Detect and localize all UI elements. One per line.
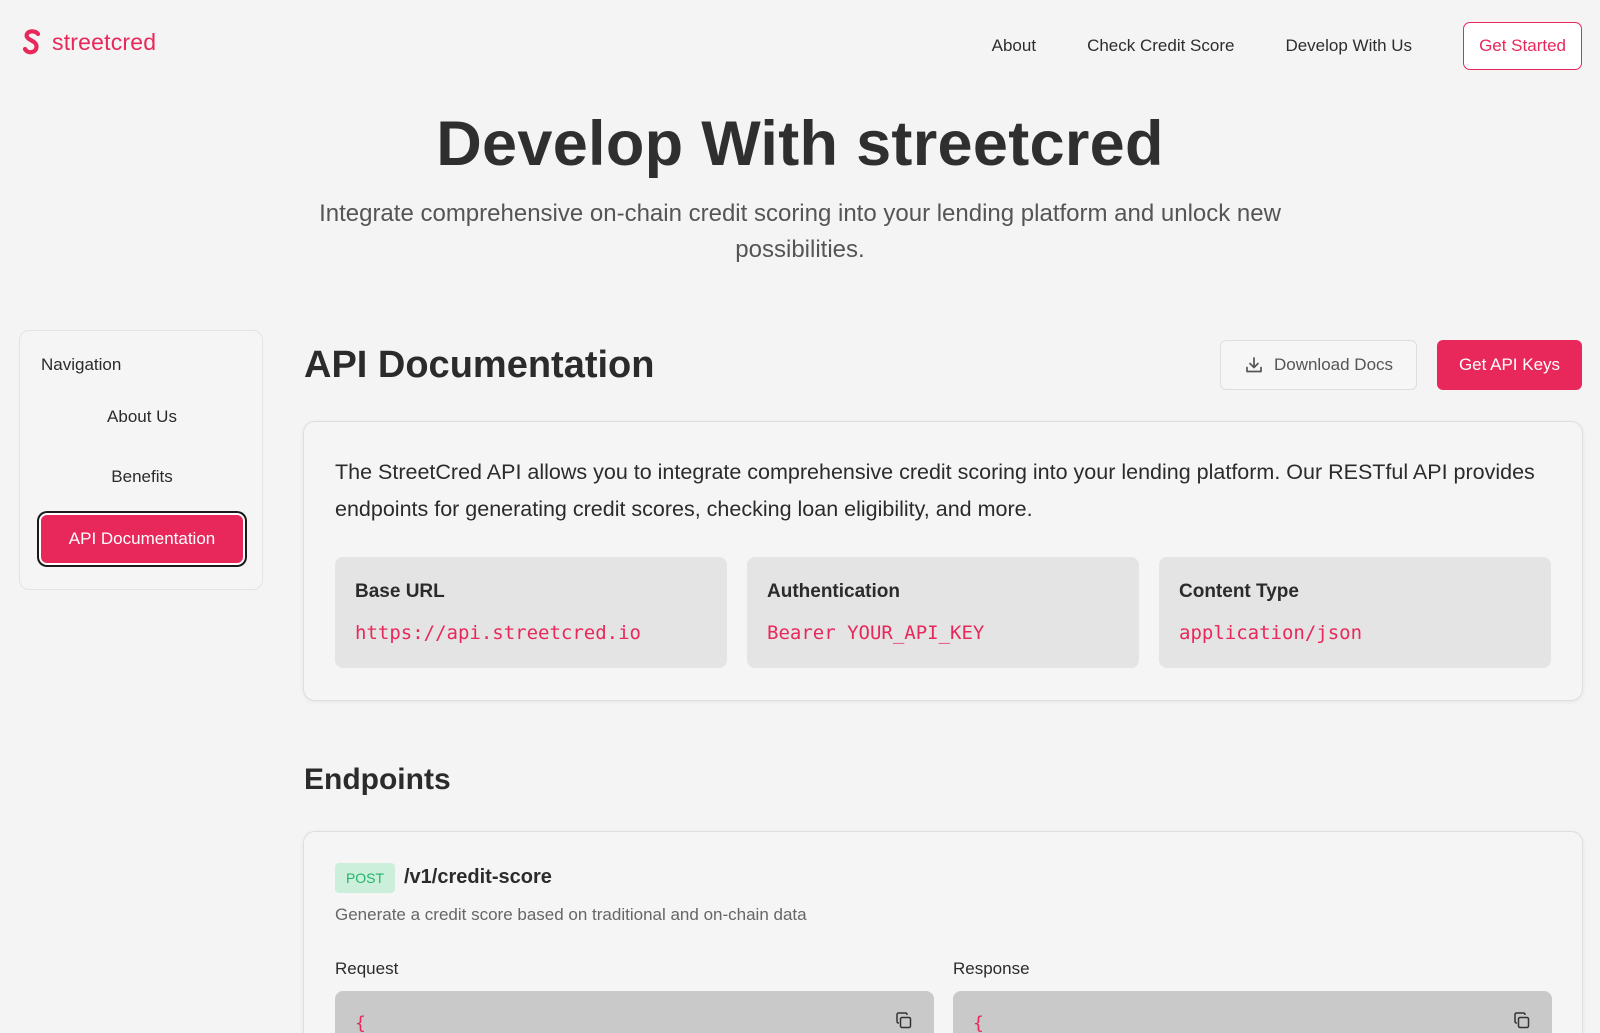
info-label: Authentication xyxy=(767,581,900,602)
info-box-content-type: Content Type application/json xyxy=(1159,557,1551,668)
download-docs-label: Download Docs xyxy=(1273,355,1394,374)
main-nav: About Check Credit Score Develop With Us… xyxy=(992,22,1582,70)
sidebar: Navigation About Us Benefits API Documen… xyxy=(19,330,263,590)
info-label: Content Type xyxy=(1179,581,1299,602)
nav-link-check-credit-score[interactable]: Check Credit Score xyxy=(1087,36,1234,56)
hero-title: Develop With streetcred xyxy=(436,109,1164,179)
info-box-base-url: Base URL https://api.streetcred.io xyxy=(335,557,727,668)
copy-icon[interactable] xyxy=(1512,1011,1532,1031)
hero-subtitle: Integrate comprehensive on-chain credit … xyxy=(319,200,1281,263)
section-title: API Documentation xyxy=(304,344,655,386)
info-value: https://api.streetcred.io xyxy=(355,622,641,644)
download-icon xyxy=(1246,357,1262,373)
sidebar-heading: Navigation xyxy=(41,355,122,374)
copy-icon[interactable] xyxy=(894,1011,914,1031)
response-label: Response xyxy=(953,959,1030,978)
get-started-button[interactable]: Get Started xyxy=(1463,22,1582,70)
code-text: { xyxy=(355,1013,366,1033)
brand-name: streetcred xyxy=(52,28,157,55)
info-value: Bearer YOUR_API_KEY xyxy=(767,622,985,644)
info-label: Base URL xyxy=(355,581,445,602)
nav-link-develop-with-us[interactable]: Develop With Us xyxy=(1285,36,1412,56)
info-box-authentication: Authentication Bearer YOUR_API_KEY xyxy=(747,557,1139,668)
response-code-block: { xyxy=(953,991,1552,1033)
streetcred-s-icon xyxy=(22,29,41,55)
endpoint-path: /v1/credit-score xyxy=(404,866,552,888)
sidebar-item-api-documentation[interactable]: API Documentation xyxy=(41,515,243,563)
api-intro-text: The StreetCred API allows you to integra… xyxy=(335,460,1535,521)
request-label: Request xyxy=(335,959,399,978)
code-text: { xyxy=(973,1013,984,1033)
sidebar-item-benefits[interactable]: Benefits xyxy=(41,453,243,501)
nav-link-about[interactable]: About xyxy=(992,36,1036,56)
download-docs-button[interactable]: Download Docs xyxy=(1220,340,1417,390)
top-navbar: streetcred About Check Credit Score Deve… xyxy=(0,0,1600,90)
endpoint-card: POST /v1/credit-score Generate a credit … xyxy=(303,831,1583,1033)
request-code-block: { xyxy=(335,991,934,1033)
method-badge: POST xyxy=(335,863,395,893)
info-value: application/json xyxy=(1179,622,1363,644)
brand-logo[interactable]: streetcred xyxy=(22,28,156,56)
api-overview-card: The StreetCred API allows you to integra… xyxy=(303,421,1583,701)
endpoint-description: Generate a credit score based on traditi… xyxy=(335,905,807,924)
sidebar-item-about-us[interactable]: About Us xyxy=(41,393,243,441)
get-api-keys-button[interactable]: Get API Keys xyxy=(1437,340,1582,390)
endpoints-heading: Endpoints xyxy=(304,763,451,796)
